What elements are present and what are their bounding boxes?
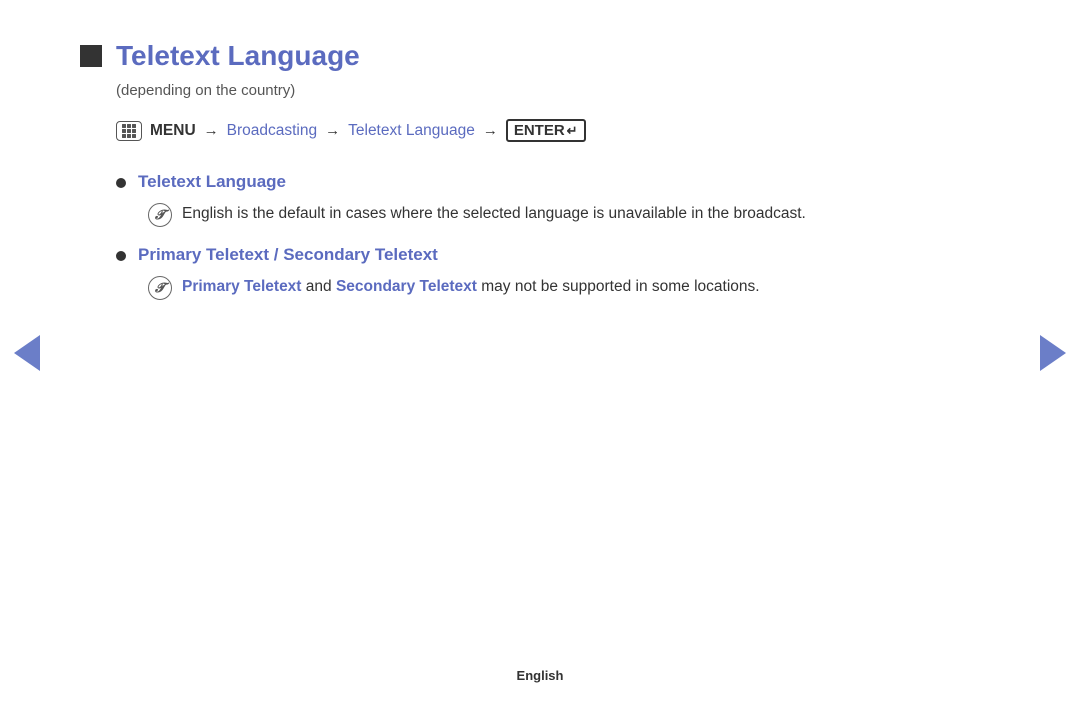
bullet-section-1: Teletext Language 𝓣 English is the defau… <box>80 172 1000 227</box>
bullet-label-1: Teletext Language <box>138 172 286 192</box>
page-subtitle: (depending on the country) <box>116 82 1000 99</box>
enter-label: ENTER <box>514 122 565 139</box>
note-text-1: English is the default in cases where th… <box>182 202 806 227</box>
teletext-language-link: Teletext Language <box>348 122 475 140</box>
page-container: Teletext Language (depending on the coun… <box>0 0 1080 705</box>
note-icon-2: 𝓣 <box>148 276 172 300</box>
right-arrow-icon <box>1040 335 1066 371</box>
note-item-1: 𝓣 English is the default in cases where … <box>148 202 1000 227</box>
note-text-2: Primary Teletext and Secondary Teletext … <box>182 275 760 300</box>
bullet-label-2: Primary Teletext / Secondary Teletext <box>138 245 438 265</box>
note-icon-1: 𝓣 <box>148 203 172 227</box>
note-and-text: and <box>301 278 335 295</box>
title-row: Teletext Language <box>80 40 1000 72</box>
left-arrow-icon <box>14 335 40 371</box>
enter-arrow-icon: ↵ <box>567 123 578 139</box>
menu-icon <box>116 121 142 141</box>
primary-teletext-text: Primary Teletext <box>182 278 301 295</box>
bullet-dot-1 <box>116 178 126 188</box>
bullet-dot-2 <box>116 251 126 261</box>
secondary-teletext-text: Secondary Teletext <box>336 278 477 295</box>
menu-label: MENU <box>150 122 196 140</box>
footer: English <box>517 668 564 683</box>
arrow-3: → <box>483 122 498 139</box>
nav-next-button[interactable] <box>1038 333 1068 373</box>
note-item-2: 𝓣 Primary Teletext and Secondary Teletex… <box>148 275 1000 300</box>
footer-language: English <box>517 668 564 683</box>
note-suffix-text: may not be supported in some locations. <box>477 278 760 295</box>
bullet-item-1: Teletext Language <box>116 172 1000 192</box>
enter-button: ENTER↵ <box>506 119 586 142</box>
nav-prev-button[interactable] <box>12 333 42 373</box>
menu-grid-icon <box>122 124 136 138</box>
title-square-icon <box>80 45 102 67</box>
arrow-1: → <box>204 122 219 139</box>
page-title: Teletext Language <box>116 40 360 72</box>
bullet-item-2: Primary Teletext / Secondary Teletext <box>116 245 1000 265</box>
bullet-section-2: Primary Teletext / Secondary Teletext 𝓣 … <box>80 245 1000 300</box>
arrow-2: → <box>325 122 340 139</box>
broadcasting-link: Broadcasting <box>227 122 317 140</box>
menu-path: MENU → Broadcasting → Teletext Language … <box>116 119 1000 142</box>
